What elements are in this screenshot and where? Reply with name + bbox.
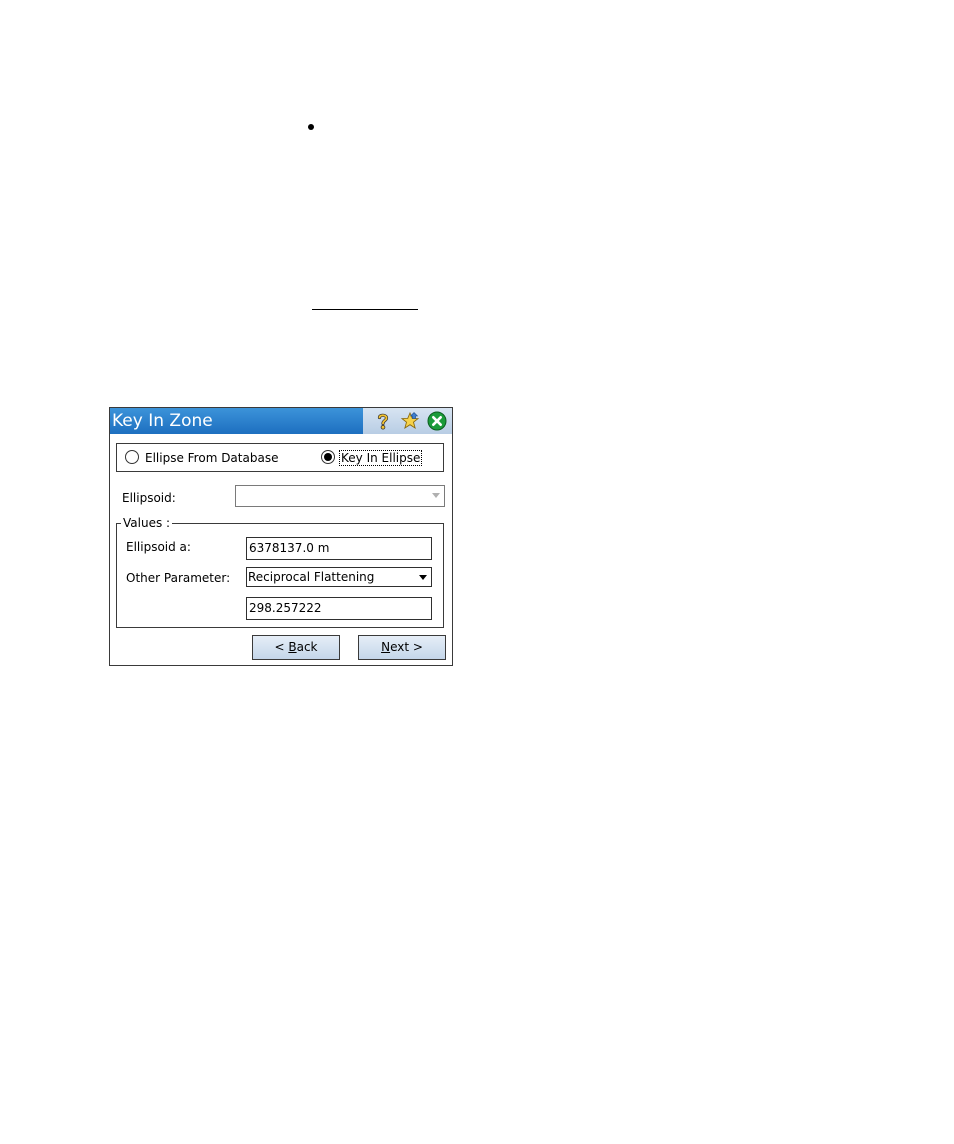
next-hotkey: N <box>381 640 391 654</box>
ellipse-source-group: Ellipse From Database Key In Ellipse <box>116 443 444 472</box>
ellipsoid-a-input[interactable]: 6378137.0 m <box>246 537 432 560</box>
other-parameter-dropdown[interactable]: Reciprocal Flattening <box>246 567 432 587</box>
ellipsoid-dropdown[interactable] <box>235 485 445 507</box>
values-group: Values : Ellipsoid a: 6378137.0 m Other … <box>116 516 444 628</box>
favorites-star-icon[interactable] <box>400 411 420 431</box>
title-icon-tray <box>363 408 452 434</box>
bullet-point <box>308 124 314 130</box>
other-parameter-value: Reciprocal Flattening <box>248 570 375 584</box>
back-hotkey: B <box>288 640 297 654</box>
close-icon[interactable] <box>427 411 447 431</box>
next-button[interactable]: Next > <box>358 635 446 660</box>
values-legend: Values : <box>121 516 173 530</box>
radio-key-in-ellipse[interactable] <box>321 450 335 464</box>
chevron-down-icon <box>432 493 440 498</box>
title-bar: Key In Zone <box>110 408 452 434</box>
underline-rule <box>312 309 418 310</box>
back-prefix: < <box>274 640 289 654</box>
back-button[interactable]: < Back <box>252 635 340 660</box>
radio-label-ellipse-from-database[interactable]: Ellipse From Database <box>145 451 278 465</box>
ellipsoid-label: Ellipsoid: <box>122 491 176 505</box>
reciprocal-flattening-input[interactable]: 298.257222 <box>246 597 432 620</box>
window-title: Key In Zone <box>112 411 213 431</box>
other-parameter-label: Other Parameter: <box>126 571 231 585</box>
radio-ellipse-from-database[interactable] <box>125 450 139 464</box>
help-icon[interactable] <box>373 411 393 431</box>
radio-selected-dot <box>324 453 332 461</box>
back-rest: ack <box>296 640 318 654</box>
key-in-zone-dialog: Key In Zone Ellipse From Database Key In… <box>109 407 453 666</box>
ellipsoid-a-label: Ellipsoid a: <box>126 540 191 554</box>
radio-label-key-in-ellipse[interactable]: Key In Ellipse <box>339 450 423 466</box>
next-rest: ext > <box>390 640 423 654</box>
chevron-down-icon <box>419 575 427 580</box>
